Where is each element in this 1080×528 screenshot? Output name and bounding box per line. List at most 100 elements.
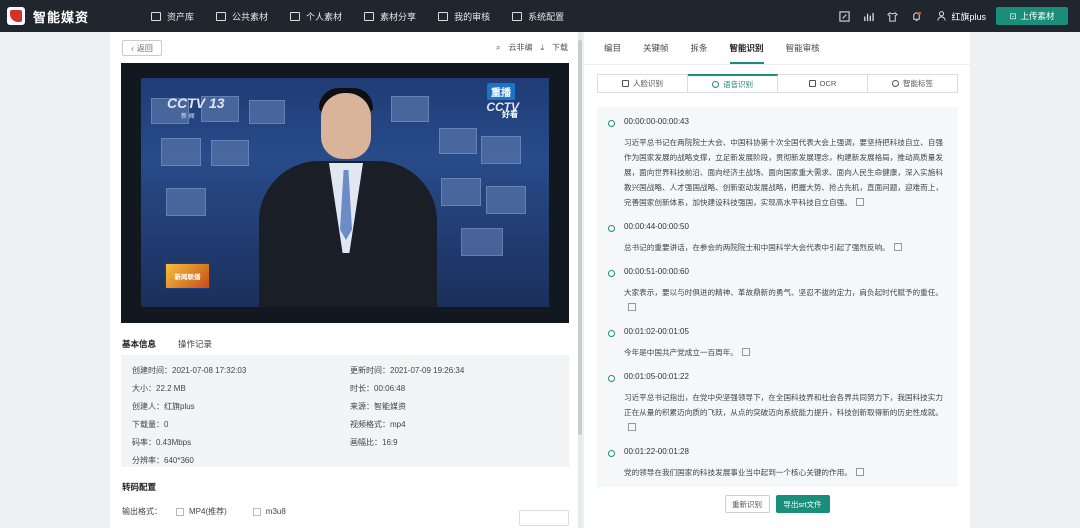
upload-icon: ⊡ xyxy=(1009,10,1017,21)
info-label: 创建人： xyxy=(132,402,164,411)
public-material-icon xyxy=(216,11,227,21)
basic-info-panel: 创建时间：2021-07-08 17:32:03 更新时间：2021-07-09 … xyxy=(121,355,569,467)
edit-icon[interactable] xyxy=(855,468,864,476)
nav-label: 我的审核 xyxy=(454,11,491,22)
subtab-speech[interactable]: 语音识别 xyxy=(688,74,778,92)
mp4-label: MP4(推荐) xyxy=(189,507,227,516)
app-title: 智能媒资 xyxy=(33,9,90,25)
nav-label: 个人素材 xyxy=(306,11,343,22)
recognition-subtabs: 人脸识别 语音识别 OCR 智能标签 xyxy=(597,74,958,93)
info-label: 来源： xyxy=(350,402,374,411)
monitor xyxy=(486,186,526,214)
info-label: 创建时间： xyxy=(132,366,172,375)
video-frame: CCTV 13 新 闻 重播 CCTV 好看 新闻联播 xyxy=(141,78,549,307)
edit-icon[interactable] xyxy=(839,10,851,22)
segment-text: 习近平总书记在两院院士大会、中国科协第十次全国代表大会上强调，要坚持把科技自立、… xyxy=(624,138,943,207)
subtab-label: OCR xyxy=(819,79,837,88)
info-value: 智能媒资 xyxy=(374,402,406,411)
subtab-face[interactable]: 人脸识别 xyxy=(598,75,688,92)
segment-time: 00:01:05-00:01:22 xyxy=(624,372,689,381)
edit-icon[interactable] xyxy=(628,423,636,431)
info-label: 码率： xyxy=(132,438,156,447)
main-nav: 资产库 公共素材 个人素材 素材分享 我的审核 系统配置 xyxy=(151,0,586,32)
tab-keyframe[interactable]: 关键帧 xyxy=(643,42,669,64)
monitor xyxy=(211,140,249,166)
rebroadcast-badge: 重播 xyxy=(487,83,515,100)
speech-segments: 00:00:00-00:00:43 习近平总书记在两院院士大会、中国科协第十次全国… xyxy=(597,107,958,487)
download-button[interactable]: ⤓ 下载 xyxy=(540,42,568,53)
reidentify-button[interactable]: 重新识别 xyxy=(724,495,770,513)
info-field: 创建时间：2021-07-08 17:32:03 xyxy=(132,365,350,376)
shirt-icon[interactable] xyxy=(887,11,899,22)
detail-panel: ‹ 返回 ⌕ 云非编 ⤓ 下载 CCTV 13 新 闻 重播 CCTV 好看 新… xyxy=(110,32,578,528)
info-value: 2021-07-09 19:26:34 xyxy=(390,366,465,375)
anchor-head xyxy=(321,93,371,159)
m3u8-checkbox[interactable] xyxy=(252,507,261,516)
back-button[interactable]: ‹ 返回 xyxy=(122,40,162,56)
nav-share[interactable]: 素材分享 xyxy=(364,0,416,32)
tab-catalog[interactable]: 编目 xyxy=(604,42,621,64)
subtab-ocr[interactable]: OCR xyxy=(778,75,868,92)
tab-split[interactable]: 拆条 xyxy=(691,42,708,64)
format-label: 输出格式： xyxy=(122,507,162,516)
info-label: 大小： xyxy=(132,384,156,393)
nav-label: 公共素材 xyxy=(232,11,269,22)
upload-button[interactable]: ⊡ 上传素材 xyxy=(996,7,1068,25)
download-label: 下载 xyxy=(552,43,568,52)
m3u8-label: m3u8 xyxy=(265,507,286,516)
video-player[interactable]: CCTV 13 新 闻 重播 CCTV 好看 新闻联播 xyxy=(121,63,569,323)
tab-smart-recognition[interactable]: 智能识别 xyxy=(729,42,764,64)
subtab-label: 智能标签 xyxy=(903,79,933,88)
segment-text-block: 总书记的重要讲话，在参会的两院院士和中国科学大会代表中引起了强烈反响。 xyxy=(624,240,948,255)
info-label: 下载量： xyxy=(132,420,164,429)
share-icon xyxy=(364,11,375,21)
subtab-smart-tags[interactable]: 智能标签 xyxy=(868,75,957,92)
segment-text: 大家表示，要以与时俱进的精神、革故鼎新的勇气、坚忍不拔的定力，肩负起时代赋予的重… xyxy=(624,288,943,297)
info-grid: 创建时间：2021-07-08 17:32:03 更新时间：2021-07-09 … xyxy=(132,365,558,466)
export-srt-button[interactable]: 导出srt文件 xyxy=(775,495,830,513)
info-value: 红旗plus xyxy=(164,402,195,411)
info-value: 640*360 xyxy=(164,456,194,465)
info-field: 更新时间：2021-07-09 19:26:34 xyxy=(350,365,568,376)
speech-segment: 00:00:00-00:00:43 习近平总书记在两院院士大会、中国科协第十次全国… xyxy=(607,117,948,210)
segment-text-block: 今年是中国共产党成立一百周年。 xyxy=(624,345,948,360)
nav-asset-library[interactable]: 资产库 xyxy=(151,0,194,32)
info-label: 时长： xyxy=(350,384,374,393)
speech-icon xyxy=(712,80,719,88)
nav-personal-material[interactable]: 个人素材 xyxy=(290,0,342,32)
app-logo[interactable]: 智能媒资 xyxy=(7,7,137,26)
info-value: 00:06:48 xyxy=(374,384,406,393)
cloud-edit-button[interactable]: ⌕ 云非编 xyxy=(496,42,532,53)
smart-panel: 编目 关键帧 拆条 智能识别 智能审核 人脸识别 语音识别 OCR 智能标签 0… xyxy=(584,32,970,528)
info-field: 画幅比：16:9 xyxy=(350,437,568,448)
transcode-button[interactable] xyxy=(519,510,569,526)
tab-divider xyxy=(584,64,970,65)
segment-text: 党的领导在我们国家的科技发展事业当中起到一个核心关键的作用。 xyxy=(624,468,852,477)
mp4-checkbox[interactable] xyxy=(176,507,184,516)
app-logo-right-sub: 好看 xyxy=(502,110,518,119)
edit-icon[interactable] xyxy=(741,348,750,356)
back-label: 返回 xyxy=(136,43,153,53)
nav-public-material[interactable]: 公共素材 xyxy=(216,0,268,32)
info-value: 22.2 MB xyxy=(156,384,186,393)
segment-text-block: 习近平总书记指出，在党中央坚强领导下，在全国科技界和社会各界共同努力下，我国科技… xyxy=(624,390,948,435)
bell-icon[interactable] xyxy=(911,11,922,22)
chart-icon[interactable] xyxy=(863,11,875,22)
nav-review[interactable]: 我的审核 xyxy=(438,0,490,32)
user-icon xyxy=(937,11,947,21)
scrollbar-thumb[interactable] xyxy=(578,40,582,435)
edit-icon[interactable] xyxy=(628,303,636,311)
user-menu[interactable]: 红旗plus xyxy=(937,10,986,23)
segment-time: 00:00:44-00:00:50 xyxy=(624,222,689,231)
info-label: 分辨率： xyxy=(132,456,164,465)
nav-settings[interactable]: 系统配置 xyxy=(512,0,564,32)
tab-smart-review[interactable]: 智能审核 xyxy=(786,42,820,64)
segment-text: 今年是中国共产党成立一百周年。 xyxy=(624,348,738,357)
speech-segment: 00:01:02-00:01:05 今年是中国共产党成立一百周年。 xyxy=(607,327,948,360)
info-field: 创建人：红旗plus xyxy=(132,401,350,412)
info-field: 码率：0.43Mbps xyxy=(132,437,350,448)
edit-icon[interactable] xyxy=(893,243,902,251)
speech-segment: 00:01:05-00:01:22 习近平总书记指出，在党中央坚强领导下，在全国科… xyxy=(607,372,948,435)
edit-icon[interactable] xyxy=(855,198,864,206)
info-field: 分辨率：640*360 xyxy=(132,455,350,466)
